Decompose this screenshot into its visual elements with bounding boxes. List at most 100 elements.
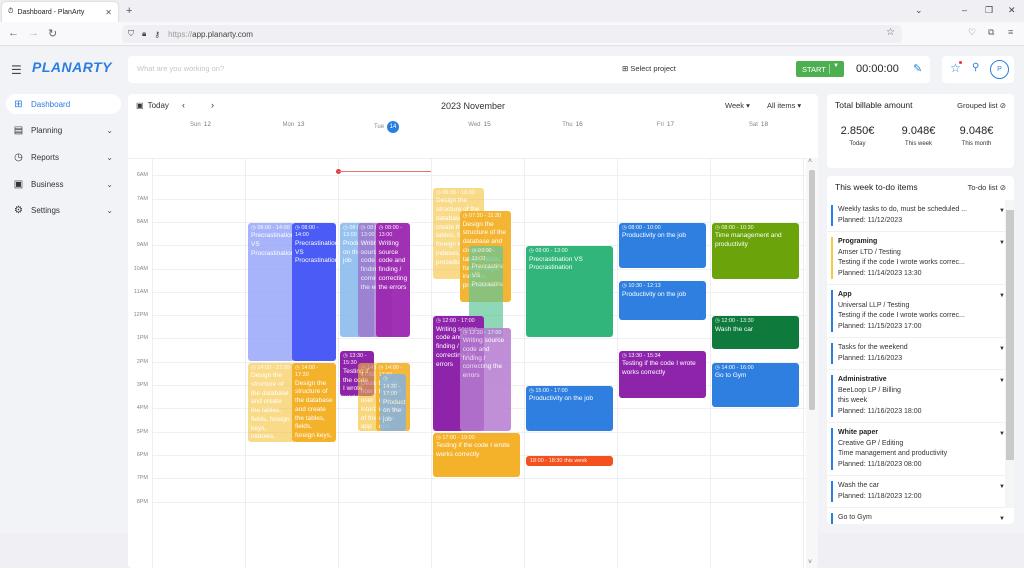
calendar-event[interactable]: ◷ 08:00 - 14:00 Precrastination VS Procra…: [248, 222, 294, 361]
open-link-icon: ⊘: [999, 183, 1006, 192]
day-header[interactable]: Tue 14: [340, 121, 433, 133]
sidebar-item-planning[interactable]: ▤ Planning ⌄: [6, 121, 121, 141]
chevron-down-icon[interactable]: ⌄: [106, 153, 113, 162]
todo-item-line: Go to Gym: [838, 514, 872, 521]
extensions-icon[interactable]: ⧉: [988, 27, 994, 38]
calendar-event[interactable]: ◷ 14:00 - 16:00 Go to Gym: [712, 362, 799, 408]
hour-label: 11AM: [134, 288, 148, 295]
todo-item[interactable]: Tasks for the weekend Planned: 11/16/2023…: [831, 343, 1005, 364]
url-scheme: https://: [168, 29, 193, 39]
todo-list-link[interactable]: To-do list ⊘: [968, 183, 1006, 192]
calendar-event[interactable]: ◷ 09:00 - 13:00Precrastination VS Procra…: [526, 246, 613, 338]
calendar-event[interactable]: ◷ 08:00 - 14:00 Precrastination VS Procra…: [292, 222, 336, 361]
view-label: Week: [725, 101, 745, 110]
view-select[interactable]: Week ▾: [725, 101, 750, 110]
minimize-button[interactable]: –: [962, 5, 967, 15]
todo-item-line: Amser LTD / Testing: [838, 248, 901, 256]
todo-item[interactable]: Programing Amser LTD / Testing Testing if …: [831, 237, 1005, 279]
stat-label: This month: [961, 141, 992, 147]
todo-item[interactable]: App Universal LLP / Testing Testing if the…: [831, 290, 1005, 332]
close-window-button[interactable]: ✕: [1008, 5, 1016, 16]
tab-list-icon[interactable]: ⌄: [915, 5, 923, 16]
day-number: 17: [666, 121, 675, 128]
calendar-event[interactable]: ◷ 12:30 - 17:00 Writing source code and f…: [459, 327, 511, 431]
task-input[interactable]: What are you working on?: [137, 64, 224, 73]
forward-icon[interactable]: →: [28, 27, 39, 39]
calendar-event[interactable]: ◷ 17:00 - 19:00 Testing if the code I wro…: [433, 432, 520, 478]
event-title: Productivity on the job: [622, 290, 686, 298]
sidebar-item-business[interactable]: ▣ Business ⌄: [6, 174, 121, 194]
calendar-scrollbar[interactable]: ˄ ˅: [806, 158, 818, 568]
calendar-event[interactable]: ◷ 12:00 - 13:30 Wash the car: [712, 316, 799, 350]
scroll-down-icon[interactable]: ˅: [808, 559, 812, 566]
calendar-event[interactable]: ◷ 14:00 - 17:00 Design the structure of t…: [248, 362, 294, 443]
url-host: app.planarty.com: [192, 29, 253, 39]
calendar-event[interactable]: ◷ 15:00 - 17:00 Productivity on the job: [526, 386, 613, 431]
chevron-down-icon[interactable]: ⌄: [106, 180, 113, 189]
start-button[interactable]: START ▼: [796, 61, 844, 77]
todo-scrollbar[interactable]: [1005, 200, 1014, 508]
calendar-event[interactable]: 18:00 - 18:30 this week: [526, 455, 613, 466]
today-button[interactable]: ▣ Today: [136, 101, 169, 110]
calendar-event[interactable]: ◷ 08:00 - 10:00 Productivity on the job: [619, 222, 706, 268]
close-tab-icon[interactable]: ✕: [105, 8, 112, 17]
allday-event[interactable]: ⠿ Tasks for the weekend: [526, 146, 710, 156]
event-time: 12:30 - 17:00: [469, 329, 502, 336]
scroll-thumb[interactable]: [809, 170, 815, 410]
select-project-button[interactable]: ⊞ Select project: [622, 64, 676, 73]
restore-button[interactable]: ❐: [985, 5, 993, 16]
event-time: 14:00 - 16:00: [721, 364, 754, 371]
sidebar-item-reports[interactable]: ◷ Reports ⌄: [6, 147, 121, 167]
scroll-up-icon[interactable]: ˄: [808, 158, 812, 165]
avatar[interactable]: P: [990, 60, 1009, 79]
search-icon[interactable]: ⚲: [972, 62, 979, 73]
calendar-event[interactable]: ◷ 08:00 - 10:30 Time management and produ…: [712, 222, 799, 280]
allday-event-text: Weekly tasks to do, must be scheduled to…: [164, 136, 784, 143]
edit-pencil-icon[interactable]: ✎: [913, 62, 922, 75]
back-icon[interactable]: ←: [8, 27, 19, 39]
day-header[interactable]: Wed 15: [433, 121, 526, 128]
hour-label: 6AM: [136, 172, 148, 179]
event-title: Testing if the code I wrote works correc…: [436, 442, 510, 458]
todo-scroll-thumb[interactable]: [1006, 210, 1014, 460]
todo-item[interactable]: Administrative BeeLoop LP / Billing this w…: [831, 375, 1005, 417]
grouped-list-link[interactable]: Grouped list ⊘: [957, 101, 1006, 110]
allday-event[interactable]: ⠿ Weekly tasks to do, must be scheduled …: [154, 135, 802, 145]
menu-icon[interactable]: ≡: [1008, 27, 1013, 37]
new-tab-button[interactable]: +: [126, 5, 132, 17]
sidebar-item-label: Business: [31, 179, 64, 189]
start-dropdown-icon[interactable]: ▼: [833, 63, 839, 69]
day-header[interactable]: Fri 17: [619, 121, 712, 128]
browser-tab[interactable]: ⏱ Dashboard - PlanArty ✕: [2, 2, 118, 22]
todo-item-line: Time management and productivity: [838, 450, 948, 457]
chevron-down-icon[interactable]: ⌄: [106, 126, 113, 135]
day-column-divider: [431, 159, 432, 568]
todo-item[interactable]: White paper Creative GP / Editing Time man…: [831, 428, 1005, 470]
calendar-event[interactable]: ◷ 14:30 - 17:00Productivity on the job: [380, 374, 406, 431]
todo-menu-icon[interactable]: ▼: [999, 515, 1005, 524]
bookmark-star-icon[interactable]: ☆: [886, 27, 895, 38]
next-week-button[interactable]: ›: [211, 100, 214, 110]
chevron-down-icon[interactable]: ⌄: [106, 206, 113, 215]
day-header[interactable]: Mon 13: [247, 121, 340, 128]
day-header[interactable]: Sat 18: [712, 121, 805, 128]
calendar-event[interactable]: ◷ 13:30 - 15:34 Testing if the code I wro…: [619, 351, 706, 398]
sidebar-item-dashboard[interactable]: ⊞ Dashboard: [6, 94, 121, 114]
hamburger-icon[interactable]: ☰: [11, 63, 22, 77]
calendar-event[interactable]: ◷ 08:00 - 13:00Writing source code and f…: [375, 222, 410, 338]
pocket-icon[interactable]: ♡: [968, 27, 976, 38]
todo-item[interactable]: Weekly tasks to do, must be scheduled ..…: [831, 205, 1005, 226]
sidebar-item-settings[interactable]: ⚙ Settings ⌄: [6, 201, 121, 221]
calendar-event[interactable]: ◷ 10:30 - 12:13 Productivity on the job: [619, 281, 706, 320]
filter-select[interactable]: All items ▾: [767, 101, 801, 110]
todo-item[interactable]: Go to Gym ▼: [831, 513, 1005, 524]
day-header[interactable]: Thu 16: [526, 121, 619, 128]
hour-label: 12PM: [133, 312, 148, 319]
prev-week-button[interactable]: ‹: [182, 100, 185, 110]
calendar-event[interactable]: ◷ 14:00 - 17:30 Design the structure of t…: [292, 362, 336, 443]
todo-item[interactable]: Wash the car Planned: 11/18/2023 12:00 ▼: [831, 481, 1005, 502]
reload-icon[interactable]: ↻: [48, 27, 57, 40]
todo-item-project: Administrative: [838, 376, 887, 383]
day-header[interactable]: Sun 12: [154, 121, 247, 128]
url-bar[interactable]: ⛉ 🔒︎ ⚷ https://app.planarty.com: [122, 25, 902, 43]
